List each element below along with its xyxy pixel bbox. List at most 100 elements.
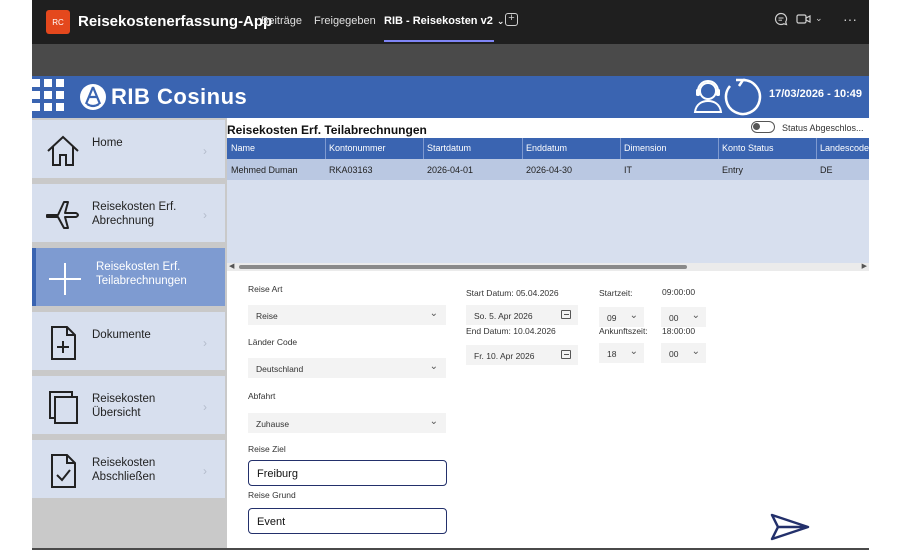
status-toggle-label: Status Abgeschlos... xyxy=(782,123,864,133)
ankunftszeit-label: Ankunftszeit: xyxy=(599,326,648,336)
chevron-down-icon: ⌄ xyxy=(429,416,438,427)
table-row[interactable]: Mehmed Duman RKA03163 2026-04-01 2026-04… xyxy=(227,159,869,180)
sidebar-item-abrechnung[interactable]: Reisekosten Erf. Abrechnung › xyxy=(32,184,225,242)
start-datum-label: Start Datum: 05.04.2026 xyxy=(466,288,559,298)
end-minute-dropdown[interactable]: 00 ⌄ xyxy=(661,343,706,363)
table-cell: 2026-04-30 xyxy=(526,165,573,175)
video-call-icon[interactable] xyxy=(796,12,812,26)
ankunftszeit-value: 18:00:00 xyxy=(662,326,696,336)
chevron-right-icon: › xyxy=(203,400,207,414)
add-tab-icon[interactable]: + xyxy=(505,13,518,26)
sidebar-item-dokumente[interactable]: Dokumente › xyxy=(32,312,225,370)
active-tab-indicator xyxy=(384,40,494,42)
brand-name: RIB Cosinus xyxy=(111,84,248,109)
copy-icon xyxy=(49,391,78,424)
reise-art-value: Reise xyxy=(256,311,278,321)
sidebar-item-teilabrechnungen[interactable]: Reisekosten Erf. Teilabrechnungen xyxy=(32,248,225,306)
chevron-down-icon: ⌄ xyxy=(629,310,638,321)
table-horizontal-scrollbar[interactable]: ◀ ▶ xyxy=(227,263,869,271)
status-toggle[interactable] xyxy=(751,121,775,133)
calendar-icon xyxy=(561,350,571,359)
reise-ziel-input[interactable]: Freiburg xyxy=(248,460,447,486)
laender-code-dropdown[interactable]: Deutschland ⌄ xyxy=(248,358,446,378)
teams-top-bar: RC Reisekostenerfassung-App Beiträge Fre… xyxy=(32,0,869,44)
chevron-right-icon: › xyxy=(203,336,207,350)
tab-freigegeben[interactable]: Freigegeben xyxy=(314,15,376,27)
chevron-right-icon: › xyxy=(203,464,207,478)
document-add-icon xyxy=(51,326,76,360)
end-date-picker[interactable]: Fr. 10. Apr 2026 xyxy=(466,345,578,365)
start-date-picker[interactable]: So. 5. Apr 2026 xyxy=(466,305,578,325)
start-minute-value: 00 xyxy=(669,313,679,323)
column-header[interactable]: Dimension xyxy=(624,143,667,153)
chat-icon[interactable] xyxy=(774,12,788,26)
reise-grund-input[interactable]: Event xyxy=(248,508,447,534)
grid-menu-icon[interactable] xyxy=(32,78,66,116)
table-cell: Entry xyxy=(722,165,744,175)
chevron-down-icon[interactable]: ⌄ xyxy=(815,13,823,24)
start-minute-dropdown[interactable]: 00 ⌄ xyxy=(661,307,706,327)
scroll-left-icon[interactable]: ◀ xyxy=(229,262,234,270)
abfahrt-dropdown[interactable]: Zuhause ⌄ xyxy=(248,413,446,433)
table-header: Name Kontonummer Startdatum Enddatum Dim… xyxy=(227,138,869,159)
scroll-right-icon[interactable]: ▶ xyxy=(862,262,867,270)
app-header: RIB Cosinus 17/03/2026 - 10:49 xyxy=(32,76,869,118)
airplane-icon xyxy=(46,201,79,229)
sidebar-item-abschliessen[interactable]: Reisekosten Abschließen › xyxy=(32,440,225,498)
start-hour-dropdown[interactable]: 09 ⌄ xyxy=(599,307,644,327)
column-header[interactable]: Konto Status xyxy=(722,143,774,153)
end-datum-label: End Datum: 10.04.2026 xyxy=(466,326,556,336)
column-header[interactable]: Kontonummer xyxy=(329,143,386,153)
end-hour-value: 18 xyxy=(607,349,617,359)
plus-icon xyxy=(49,263,81,295)
abfahrt-value: Zuhause xyxy=(256,419,290,429)
sidebar-item-uebersicht[interactable]: Reisekosten Übersicht › xyxy=(32,376,225,434)
reise-art-dropdown[interactable]: Reise ⌄ xyxy=(248,305,446,325)
sidebar-item-label: Dokumente xyxy=(92,329,151,341)
table-cell: 2026-04-01 xyxy=(427,165,474,175)
app-window: RC Reisekostenerfassung-App Beiträge Fre… xyxy=(0,0,900,550)
reise-art-label: Reise Art xyxy=(248,284,283,294)
reise-grund-label: Reise Grund xyxy=(248,490,296,500)
more-options-icon[interactable]: ··· xyxy=(843,11,857,27)
sidebar-item-label: Reisekosten Erf. Teilabrechnungen xyxy=(96,261,187,287)
refresh-icon[interactable] xyxy=(722,76,764,118)
toolbar-strip xyxy=(32,44,869,76)
chevron-right-icon: › xyxy=(203,144,207,158)
chevron-down-icon: ⌄ xyxy=(691,346,700,357)
tab-rib-reisekosten-label: RIB - Reisekosten v2 xyxy=(384,15,493,27)
column-header[interactable]: Enddatum xyxy=(526,143,567,153)
table-cell: RKA03163 xyxy=(329,165,373,175)
startzeit-value: 09:00:00 xyxy=(662,287,696,297)
start-date-value: So. 5. Apr 2026 xyxy=(474,311,533,321)
home-icon xyxy=(47,135,79,166)
tab-rib-reisekosten[interactable]: RIB - Reisekosten v2 ⌄ xyxy=(384,15,504,27)
tab-beitraege[interactable]: Beiträge xyxy=(261,15,302,27)
abfahrt-label: Abfahrt xyxy=(248,391,276,401)
laender-code-label: Länder Code xyxy=(248,337,298,347)
table-cell: DE xyxy=(820,165,833,175)
column-header[interactable]: Landescode xyxy=(820,143,869,153)
sidebar-item-label: Reisekosten Abschließen xyxy=(92,457,156,483)
chevron-down-icon: ⌄ xyxy=(691,310,700,321)
support-headset-icon[interactable] xyxy=(692,78,724,114)
end-minute-value: 00 xyxy=(669,349,679,359)
chevron-down-icon: ⌄ xyxy=(629,346,638,357)
column-header[interactable]: Startdatum xyxy=(427,143,471,153)
chevron-down-icon: ⌄ xyxy=(429,361,438,372)
column-header[interactable]: Name xyxy=(231,143,255,153)
send-icon[interactable] xyxy=(770,513,810,541)
laender-code-value: Deutschland xyxy=(256,364,304,374)
header-datetime: 17/03/2026 - 10:49 xyxy=(769,88,862,100)
chevron-right-icon: › xyxy=(203,208,207,222)
end-hour-dropdown[interactable]: 18 ⌄ xyxy=(599,343,644,363)
calendar-icon xyxy=(561,310,571,319)
end-date-value: Fr. 10. Apr 2026 xyxy=(474,351,535,361)
sidebar-item-label: Reisekosten Erf. Abrechnung xyxy=(92,201,177,227)
app-badge[interactable]: RC xyxy=(46,10,70,34)
rib-logo-icon xyxy=(80,84,106,110)
page-title: Reisekosten Erf. Teilabrechnungen xyxy=(227,123,427,137)
table-cell: IT xyxy=(624,165,632,175)
sidebar-item-home[interactable]: Home › xyxy=(32,120,225,178)
scrollbar-thumb[interactable] xyxy=(239,265,687,269)
